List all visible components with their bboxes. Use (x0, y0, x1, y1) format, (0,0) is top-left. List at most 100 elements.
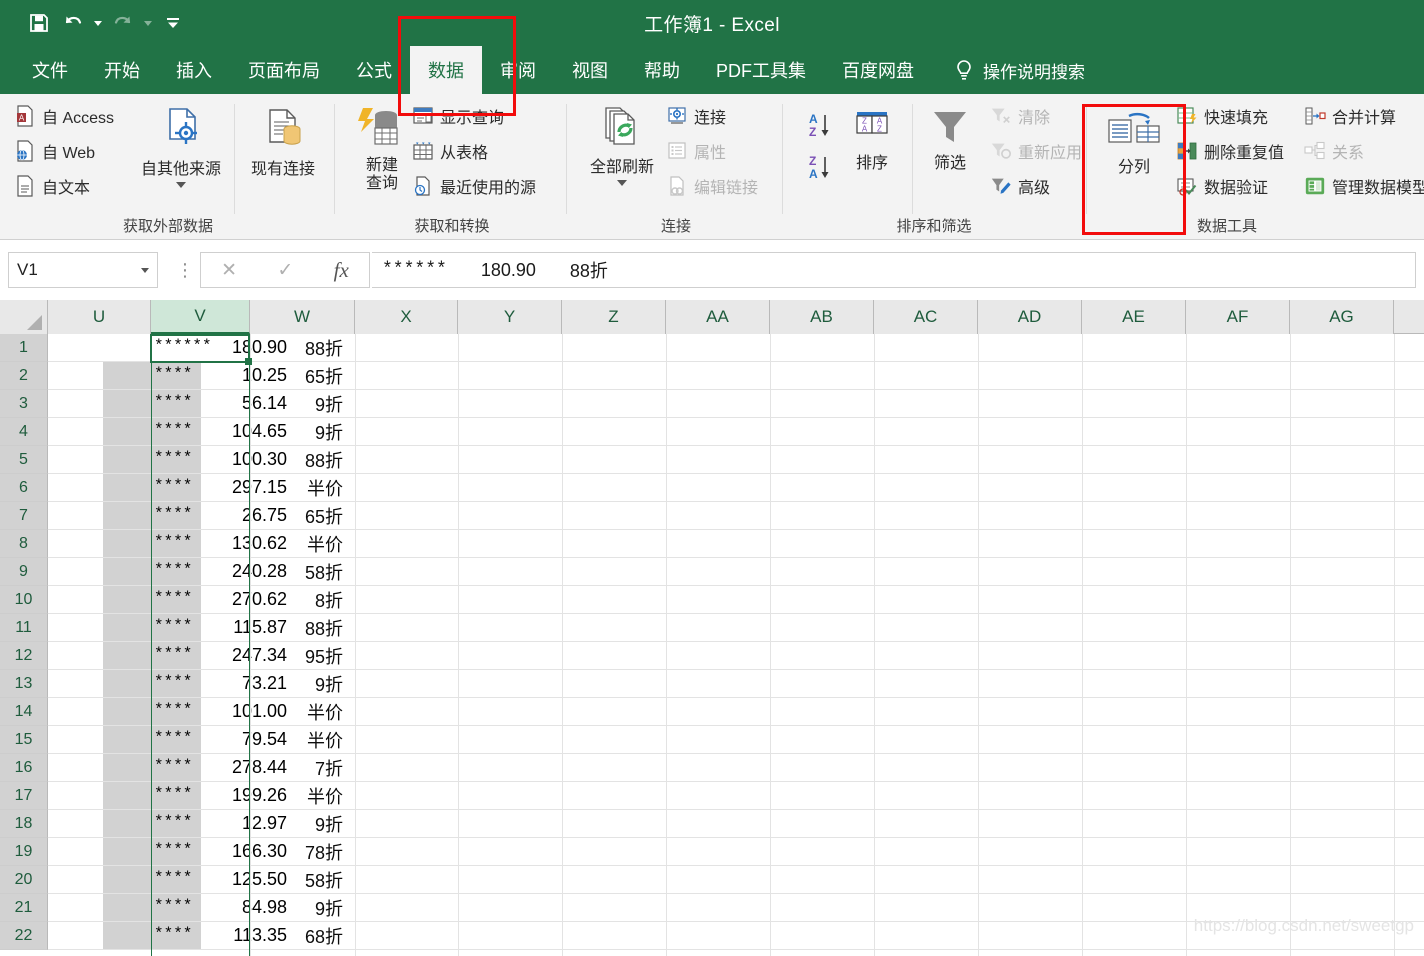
cell-W17[interactable]: 半价 (250, 782, 349, 809)
table-row[interactable]: 9 **** 240.28 58折 (0, 558, 1424, 586)
table-row[interactable]: 4 **** 104.65 9折 (0, 418, 1424, 446)
row-header-17[interactable]: 17 (0, 782, 48, 810)
sort-descending-button[interactable]: ZA (806, 152, 836, 189)
row-header-7[interactable]: 7 (0, 502, 48, 530)
name-box[interactable]: V1 (8, 252, 158, 288)
cell-W15[interactable]: 半价 (250, 726, 349, 753)
cell-W18[interactable]: 9折 (250, 810, 349, 837)
new-query-button[interactable]: 新建 查询 (342, 106, 422, 194)
table-row[interactable]: 7 **** 26.75 65折 (0, 502, 1424, 530)
cell-W10[interactable]: 8折 (250, 586, 349, 613)
table-row[interactable]: 12 **** 247.34 95折 (0, 642, 1424, 670)
row-header-8[interactable]: 8 (0, 530, 48, 558)
from-text-button[interactable]: 自文本 (14, 174, 90, 198)
row-header-9[interactable]: 9 (0, 558, 48, 586)
cell-W2[interactable]: 65折 (250, 362, 349, 389)
column-header-AD[interactable]: AD (978, 300, 1082, 334)
select-all-corner[interactable] (0, 300, 48, 334)
manage-data-model-button[interactable]: 管理数据模型 (1304, 174, 1424, 198)
table-row[interactable]: 5 **** 100.30 88折 (0, 446, 1424, 474)
row-header-15[interactable]: 15 (0, 726, 48, 754)
row-header-13[interactable]: 13 (0, 670, 48, 698)
row-header-10[interactable]: 10 (0, 586, 48, 614)
table-row[interactable]: 14 **** 101.00 半价 (0, 698, 1424, 726)
column-header-AC[interactable]: AC (874, 300, 978, 334)
column-header-U[interactable]: U (48, 300, 151, 334)
row-header-1[interactable]: 1 (0, 334, 48, 362)
consolidate-button[interactable]: 合并计算 (1304, 104, 1396, 128)
row-header-19[interactable]: 19 (0, 838, 48, 866)
column-header-W[interactable]: W (250, 300, 355, 334)
remove-duplicates-button[interactable]: 删除重复值 (1176, 139, 1284, 163)
data-validation-button[interactable]: 数据验证 (1176, 174, 1284, 198)
column-header-AE[interactable]: AE (1082, 300, 1186, 334)
cell-W21[interactable]: 9折 (250, 894, 349, 921)
chevron-down-icon[interactable] (617, 180, 627, 187)
tab-data[interactable]: 数据 (410, 46, 482, 94)
sort-button[interactable]: ZAAZ 排序 (836, 108, 908, 173)
cell-W5[interactable]: 88折 (250, 446, 349, 473)
advanced-filter-button[interactable]: 高级 (990, 174, 1050, 198)
from-access-button[interactable]: A 自 Access (14, 104, 114, 128)
show-queries-button[interactable]: 显示查询 (412, 104, 504, 128)
tab-review[interactable]: 审阅 (482, 46, 554, 94)
flash-fill-button[interactable]: 快速填充 (1176, 104, 1268, 128)
cancel-icon[interactable]: ✕ (221, 259, 237, 282)
cell-W14[interactable]: 半价 (250, 698, 349, 725)
existing-connections-button[interactable]: 现有连接 (235, 106, 331, 179)
cell-W16[interactable]: 7折 (250, 754, 349, 781)
cell-W1[interactable]: 88折 (250, 334, 349, 361)
cell-W19[interactable]: 78折 (250, 838, 349, 865)
table-row[interactable]: 17 **** 199.26 半价 (0, 782, 1424, 810)
column-header-AB[interactable]: AB (770, 300, 874, 334)
column-header-V[interactable]: V (151, 300, 250, 334)
tab-home[interactable]: 开始 (86, 46, 158, 94)
refresh-all-button[interactable]: 全部刷新 (574, 106, 670, 187)
table-row[interactable]: 1 ****** 180.90 88折 (0, 334, 1424, 362)
tab-file[interactable]: 文件 (14, 46, 86, 94)
cell-W7[interactable]: 65折 (250, 502, 349, 529)
table-row[interactable]: 2 **** 10.25 65折 (0, 362, 1424, 390)
tab-view[interactable]: 视图 (554, 46, 626, 94)
recent-sources-button[interactable]: 最近使用的源 (412, 174, 536, 198)
table-row[interactable]: 10 **** 270.62 8折 (0, 586, 1424, 614)
column-header-AA[interactable]: AA (666, 300, 770, 334)
row-header-11[interactable]: 11 (0, 614, 48, 642)
table-row[interactable]: 13 **** 73.21 9折 (0, 670, 1424, 698)
cell-W20[interactable]: 58折 (250, 866, 349, 893)
from-web-button[interactable]: 自 Web (14, 139, 95, 163)
filter-button[interactable]: 筛选 (914, 108, 986, 173)
column-header-AF[interactable]: AF (1186, 300, 1290, 334)
sort-ascending-button[interactable]: AZ (806, 110, 836, 147)
row-header-12[interactable]: 12 (0, 642, 48, 670)
table-row[interactable]: 16 **** 278.44 7折 (0, 754, 1424, 782)
chevron-down-icon[interactable] (141, 267, 149, 273)
row-header-14[interactable]: 14 (0, 698, 48, 726)
table-row[interactable]: 8 **** 130.62 半价 (0, 530, 1424, 558)
cell-W11[interactable]: 88折 (250, 614, 349, 641)
row-header-16[interactable]: 16 (0, 754, 48, 782)
row-header-20[interactable]: 20 (0, 866, 48, 894)
cell-W6[interactable]: 半价 (250, 474, 349, 501)
confirm-icon[interactable]: ✓ (277, 259, 293, 282)
row-header-2[interactable]: 2 (0, 362, 48, 390)
cell-W4[interactable]: 9折 (250, 418, 349, 445)
tab-help[interactable]: 帮助 (626, 46, 698, 94)
from-table-button[interactable]: 从表格 (412, 139, 488, 163)
row-header-3[interactable]: 3 (0, 390, 48, 418)
table-row[interactable]: 15 **** 79.54 半价 (0, 726, 1424, 754)
column-header-X[interactable]: X (355, 300, 458, 334)
table-row[interactable]: 11 **** 115.87 88折 (0, 614, 1424, 642)
cell-W12[interactable]: 95折 (250, 642, 349, 669)
worksheet-grid[interactable]: U V W X Y Z AA AB AC AD AE AF AG 1 ******… (0, 300, 1424, 956)
connections-button[interactable]: 连接 (666, 104, 726, 128)
formula-input[interactable]: ****** 180.90 88折 (372, 252, 1416, 288)
cell-W9[interactable]: 58折 (250, 558, 349, 585)
table-row[interactable]: 18 **** 12.97 9折 (0, 810, 1424, 838)
cell-W22[interactable]: 68折 (250, 922, 349, 949)
row-header-4[interactable]: 4 (0, 418, 48, 446)
tab-insert[interactable]: 插入 (158, 46, 230, 94)
tab-page-layout[interactable]: 页面布局 (230, 46, 338, 94)
tab-formulas[interactable]: 公式 (338, 46, 410, 94)
cell-W3[interactable]: 9折 (250, 390, 349, 417)
